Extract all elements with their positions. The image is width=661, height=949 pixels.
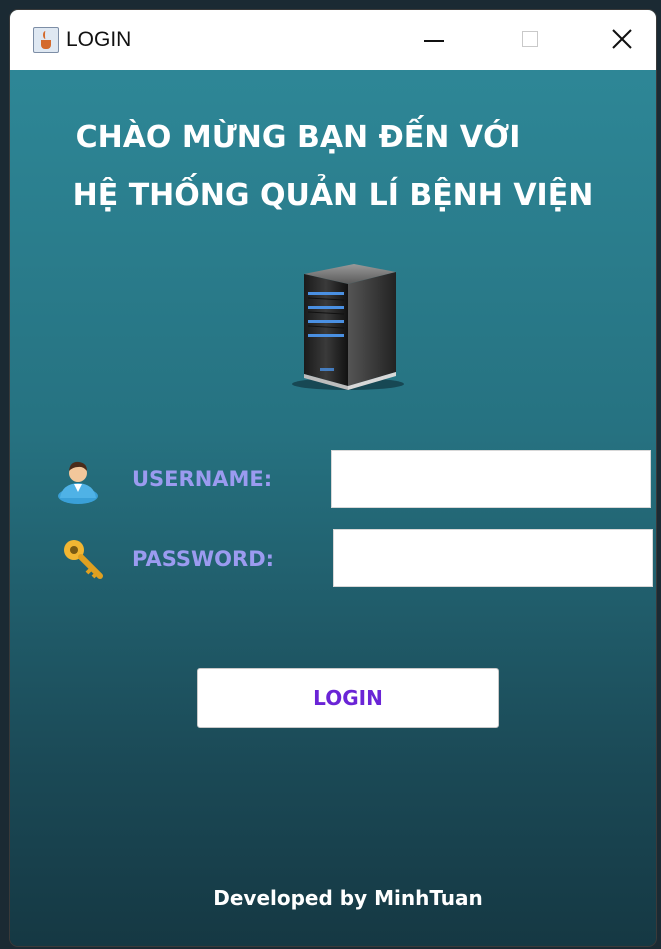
title-bar[interactable]: LOGIN	[10, 10, 656, 70]
minimize-button[interactable]	[402, 10, 472, 70]
username-label: USERNAME:	[132, 467, 273, 491]
password-label: PASSWORD:	[132, 547, 275, 571]
java-cup-icon	[33, 27, 59, 53]
login-button[interactable]: LOGIN	[197, 668, 499, 728]
user-icon	[58, 461, 98, 504]
maximize-icon	[522, 31, 538, 47]
welcome-heading-line1: CHÀO MỪNG BẠN ĐẾN VỚI	[75, 120, 521, 155]
key-icon	[64, 540, 103, 579]
username-input[interactable]	[331, 450, 651, 508]
minimize-icon	[424, 40, 444, 42]
close-button[interactable]	[588, 10, 656, 70]
developer-credit: Developed by MinhTuan	[213, 886, 483, 910]
maximize-button[interactable]	[496, 10, 566, 70]
password-input[interactable]	[333, 529, 653, 587]
login-window: LOGIN CHÀO MỪNG BẠN ĐẾN VỚI HỆ THỐNG QUẢ…	[10, 10, 656, 946]
welcome-heading-line2: HỆ THỐNG QUẢN LÍ BỆNH VIỆN	[72, 178, 594, 213]
window-title: LOGIN	[66, 28, 132, 51]
server-icon	[292, 264, 404, 390]
close-icon	[612, 29, 632, 49]
